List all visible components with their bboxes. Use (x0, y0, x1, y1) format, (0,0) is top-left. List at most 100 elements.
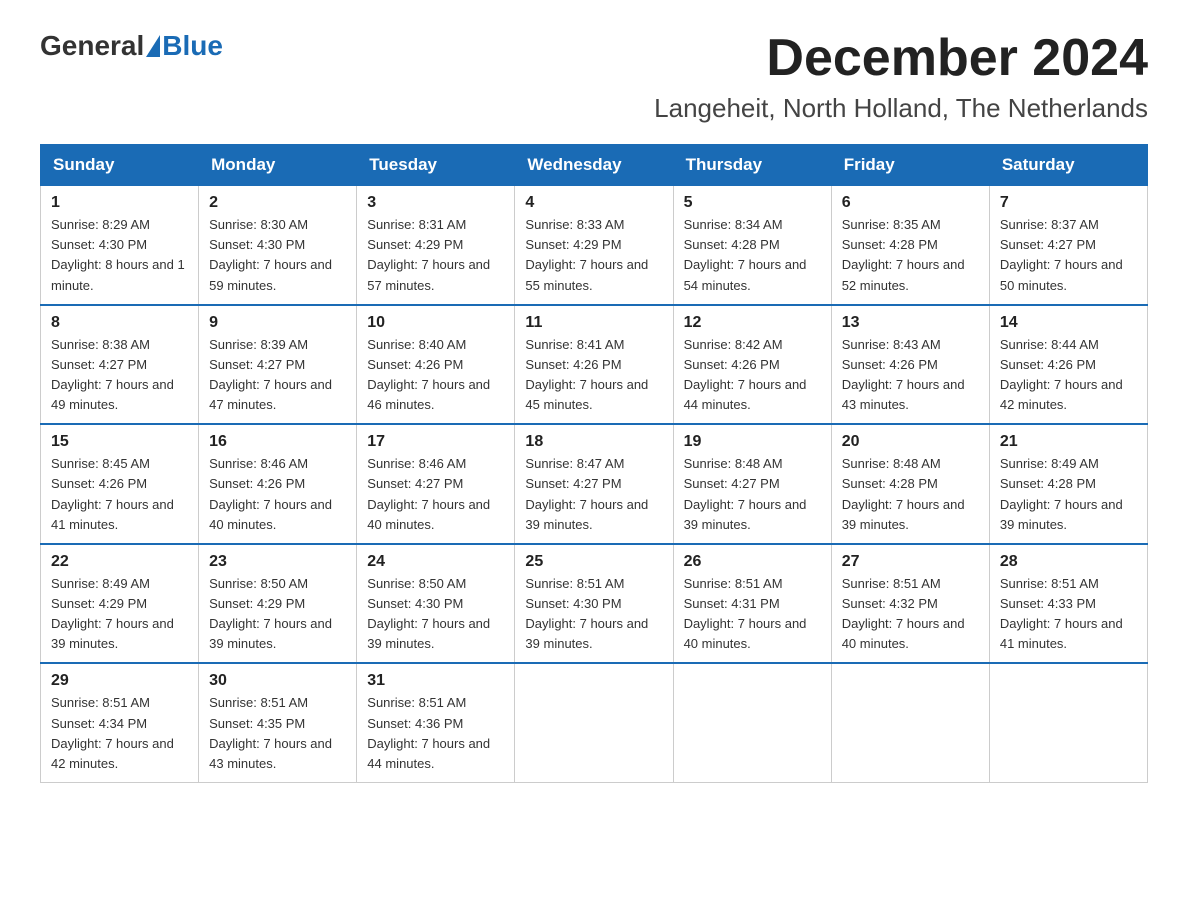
day-number: 15 (51, 433, 188, 451)
day-info: Sunrise: 8:51 AMSunset: 4:30 PMDaylight:… (525, 576, 648, 651)
calendar-cell: 14 Sunrise: 8:44 AMSunset: 4:26 PMDaylig… (989, 305, 1147, 425)
day-info: Sunrise: 8:50 AMSunset: 4:30 PMDaylight:… (367, 576, 490, 651)
day-info: Sunrise: 8:42 AMSunset: 4:26 PMDaylight:… (684, 337, 807, 412)
day-info: Sunrise: 8:41 AMSunset: 4:26 PMDaylight:… (525, 337, 648, 412)
day-number: 21 (1000, 433, 1137, 451)
day-number: 12 (684, 314, 821, 332)
calendar-cell: 31 Sunrise: 8:51 AMSunset: 4:36 PMDaylig… (357, 663, 515, 782)
calendar-cell: 15 Sunrise: 8:45 AMSunset: 4:26 PMDaylig… (41, 424, 199, 544)
title-area: December 2024 Langeheit, North Holland, … (654, 30, 1148, 124)
day-number: 17 (367, 433, 504, 451)
logo-blue-text: Blue (162, 30, 223, 62)
day-number: 26 (684, 553, 821, 571)
day-number: 3 (367, 194, 504, 212)
month-title: December 2024 (654, 30, 1148, 87)
day-info: Sunrise: 8:31 AMSunset: 4:29 PMDaylight:… (367, 217, 490, 292)
day-info: Sunrise: 8:40 AMSunset: 4:26 PMDaylight:… (367, 337, 490, 412)
calendar-cell: 3 Sunrise: 8:31 AMSunset: 4:29 PMDayligh… (357, 186, 515, 305)
calendar-cell: 7 Sunrise: 8:37 AMSunset: 4:27 PMDayligh… (989, 186, 1147, 305)
day-info: Sunrise: 8:33 AMSunset: 4:29 PMDaylight:… (525, 217, 648, 292)
logo-general-text: General (40, 30, 144, 62)
day-info: Sunrise: 8:39 AMSunset: 4:27 PMDaylight:… (209, 337, 332, 412)
calendar-cell: 19 Sunrise: 8:48 AMSunset: 4:27 PMDaylig… (673, 424, 831, 544)
day-info: Sunrise: 8:50 AMSunset: 4:29 PMDaylight:… (209, 576, 332, 651)
header-saturday: Saturday (989, 145, 1147, 186)
calendar-cell: 20 Sunrise: 8:48 AMSunset: 4:28 PMDaylig… (831, 424, 989, 544)
calendar-cell: 26 Sunrise: 8:51 AMSunset: 4:31 PMDaylig… (673, 544, 831, 664)
day-number: 4 (525, 194, 662, 212)
calendar-week-row: 15 Sunrise: 8:45 AMSunset: 4:26 PMDaylig… (41, 424, 1148, 544)
day-info: Sunrise: 8:48 AMSunset: 4:28 PMDaylight:… (842, 456, 965, 531)
calendar-header-row: Sunday Monday Tuesday Wednesday Thursday… (41, 145, 1148, 186)
day-info: Sunrise: 8:49 AMSunset: 4:28 PMDaylight:… (1000, 456, 1123, 531)
day-number: 30 (209, 672, 346, 690)
day-number: 8 (51, 314, 188, 332)
day-number: 1 (51, 194, 188, 212)
calendar-cell: 25 Sunrise: 8:51 AMSunset: 4:30 PMDaylig… (515, 544, 673, 664)
calendar-cell: 10 Sunrise: 8:40 AMSunset: 4:26 PMDaylig… (357, 305, 515, 425)
calendar-cell (989, 663, 1147, 782)
header-sunday: Sunday (41, 145, 199, 186)
calendar-cell: 5 Sunrise: 8:34 AMSunset: 4:28 PMDayligh… (673, 186, 831, 305)
day-info: Sunrise: 8:43 AMSunset: 4:26 PMDaylight:… (842, 337, 965, 412)
day-number: 31 (367, 672, 504, 690)
day-number: 14 (1000, 314, 1137, 332)
day-info: Sunrise: 8:29 AMSunset: 4:30 PMDaylight:… (51, 217, 185, 292)
logo-triangle-icon (146, 35, 160, 57)
location-title: Langeheit, North Holland, The Netherland… (654, 93, 1148, 124)
day-info: Sunrise: 8:45 AMSunset: 4:26 PMDaylight:… (51, 456, 174, 531)
header: General Blue December 2024 Langeheit, No… (40, 30, 1148, 124)
calendar-cell: 24 Sunrise: 8:50 AMSunset: 4:30 PMDaylig… (357, 544, 515, 664)
calendar-cell: 17 Sunrise: 8:46 AMSunset: 4:27 PMDaylig… (357, 424, 515, 544)
day-info: Sunrise: 8:51 AMSunset: 4:32 PMDaylight:… (842, 576, 965, 651)
calendar-cell: 1 Sunrise: 8:29 AMSunset: 4:30 PMDayligh… (41, 186, 199, 305)
day-info: Sunrise: 8:51 AMSunset: 4:31 PMDaylight:… (684, 576, 807, 651)
day-number: 18 (525, 433, 662, 451)
day-number: 25 (525, 553, 662, 571)
day-number: 28 (1000, 553, 1137, 571)
calendar-cell: 23 Sunrise: 8:50 AMSunset: 4:29 PMDaylig… (199, 544, 357, 664)
calendar-week-row: 22 Sunrise: 8:49 AMSunset: 4:29 PMDaylig… (41, 544, 1148, 664)
day-number: 20 (842, 433, 979, 451)
calendar-week-row: 1 Sunrise: 8:29 AMSunset: 4:30 PMDayligh… (41, 186, 1148, 305)
day-number: 2 (209, 194, 346, 212)
calendar-cell: 18 Sunrise: 8:47 AMSunset: 4:27 PMDaylig… (515, 424, 673, 544)
day-info: Sunrise: 8:35 AMSunset: 4:28 PMDaylight:… (842, 217, 965, 292)
header-wednesday: Wednesday (515, 145, 673, 186)
calendar-cell: 6 Sunrise: 8:35 AMSunset: 4:28 PMDayligh… (831, 186, 989, 305)
day-info: Sunrise: 8:46 AMSunset: 4:27 PMDaylight:… (367, 456, 490, 531)
day-number: 23 (209, 553, 346, 571)
day-number: 9 (209, 314, 346, 332)
calendar-cell: 4 Sunrise: 8:33 AMSunset: 4:29 PMDayligh… (515, 186, 673, 305)
day-info: Sunrise: 8:47 AMSunset: 4:27 PMDaylight:… (525, 456, 648, 531)
day-number: 29 (51, 672, 188, 690)
day-number: 5 (684, 194, 821, 212)
day-info: Sunrise: 8:51 AMSunset: 4:33 PMDaylight:… (1000, 576, 1123, 651)
calendar-cell: 12 Sunrise: 8:42 AMSunset: 4:26 PMDaylig… (673, 305, 831, 425)
calendar-cell: 8 Sunrise: 8:38 AMSunset: 4:27 PMDayligh… (41, 305, 199, 425)
day-info: Sunrise: 8:51 AMSunset: 4:35 PMDaylight:… (209, 695, 332, 770)
day-info: Sunrise: 8:44 AMSunset: 4:26 PMDaylight:… (1000, 337, 1123, 412)
day-number: 10 (367, 314, 504, 332)
header-tuesday: Tuesday (357, 145, 515, 186)
day-info: Sunrise: 8:51 AMSunset: 4:36 PMDaylight:… (367, 695, 490, 770)
day-number: 22 (51, 553, 188, 571)
calendar-cell: 22 Sunrise: 8:49 AMSunset: 4:29 PMDaylig… (41, 544, 199, 664)
header-thursday: Thursday (673, 145, 831, 186)
day-number: 6 (842, 194, 979, 212)
day-number: 11 (525, 314, 662, 332)
day-info: Sunrise: 8:37 AMSunset: 4:27 PMDaylight:… (1000, 217, 1123, 292)
day-info: Sunrise: 8:34 AMSunset: 4:28 PMDaylight:… (684, 217, 807, 292)
calendar-cell: 16 Sunrise: 8:46 AMSunset: 4:26 PMDaylig… (199, 424, 357, 544)
calendar-cell: 28 Sunrise: 8:51 AMSunset: 4:33 PMDaylig… (989, 544, 1147, 664)
day-number: 24 (367, 553, 504, 571)
day-info: Sunrise: 8:38 AMSunset: 4:27 PMDaylight:… (51, 337, 174, 412)
calendar-cell (515, 663, 673, 782)
calendar-week-row: 8 Sunrise: 8:38 AMSunset: 4:27 PMDayligh… (41, 305, 1148, 425)
calendar-table: Sunday Monday Tuesday Wednesday Thursday… (40, 144, 1148, 783)
calendar-cell: 30 Sunrise: 8:51 AMSunset: 4:35 PMDaylig… (199, 663, 357, 782)
day-info: Sunrise: 8:51 AMSunset: 4:34 PMDaylight:… (51, 695, 174, 770)
calendar-cell: 11 Sunrise: 8:41 AMSunset: 4:26 PMDaylig… (515, 305, 673, 425)
day-number: 19 (684, 433, 821, 451)
day-number: 16 (209, 433, 346, 451)
